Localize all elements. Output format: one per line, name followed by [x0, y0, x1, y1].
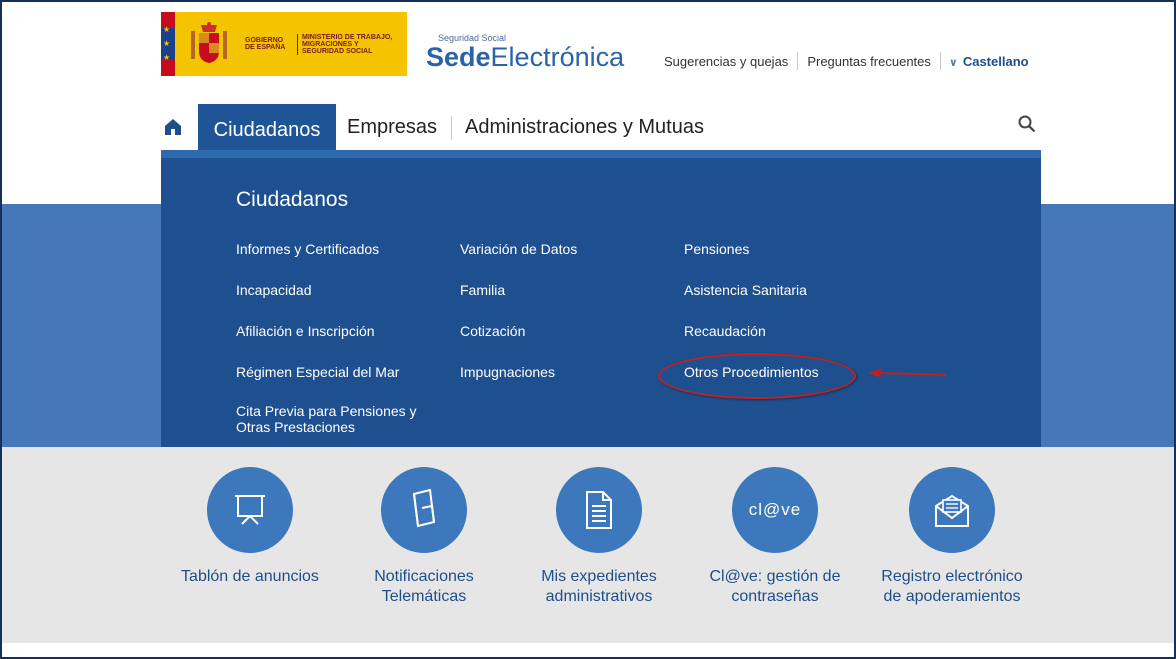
annotation-arrow-icon [868, 368, 947, 378]
clave-icon: cl@ve [732, 467, 818, 553]
service-label: Registro electrónico de apoderamientos [872, 567, 1032, 607]
menu-asistencia-sanitaria[interactable]: Asistencia Sanitaria [684, 282, 807, 298]
menu-informes-certificados[interactable]: Informes y Certificados [236, 241, 379, 257]
service-label: Notificaciones Telemáticas [344, 567, 504, 607]
language-selector[interactable]: ∨ Castellano [941, 54, 1029, 69]
mega-menu-title: Ciudadanos [236, 188, 349, 211]
service-expedientes[interactable]: Mis expedientes administrativos [519, 467, 679, 607]
site-logo-bold: Sede [426, 42, 491, 72]
search-icon[interactable] [1018, 115, 1036, 133]
faq-link[interactable]: Preguntas frecuentes [798, 54, 940, 69]
suggestions-link[interactable]: Sugerencias y quejas [664, 54, 797, 69]
language-label: Castellano [962, 53, 1029, 69]
eu-flag-icon: ★ ★ ★ [161, 12, 175, 76]
service-label-line2: de apoderamientos [883, 588, 1021, 605]
menu-cita-previa-line2[interactable]: Otras Prestaciones [236, 419, 355, 435]
clave-icon-text: cl@ve [748, 500, 802, 519]
tab-divider [451, 116, 452, 140]
notification-icon [381, 467, 467, 553]
service-label-line2: contraseñas [731, 588, 819, 605]
menu-recaudacion[interactable]: Recaudación [684, 323, 766, 339]
government-logo[interactable]: ★ ★ ★ GOBIERNO DE ESPAÑA MINISTERIO DE T… [161, 12, 407, 76]
menu-impugnaciones[interactable]: Impugnaciones [460, 364, 555, 380]
service-label-line1: Notificaciones [374, 568, 474, 585]
chevron-down-icon: ∨ [948, 56, 958, 69]
service-label-line2: administrativos [545, 588, 653, 605]
menu-afiliacion[interactable]: Afiliación e Inscripción [236, 323, 375, 339]
menu-incapacidad[interactable]: Incapacidad [236, 282, 312, 298]
envelope-icon [909, 467, 995, 553]
menu-pensiones[interactable]: Pensiones [684, 241, 749, 257]
site-logo-light: Electrónica [490, 42, 625, 72]
tab-administraciones[interactable]: Administraciones y Mutuas [465, 116, 704, 139]
service-label-line2: Telemáticas [381, 588, 467, 605]
service-label: Tablón de anuncios [181, 568, 319, 585]
service-registro[interactable]: Registro electrónico de apoderamientos [872, 467, 1032, 607]
service-tablon[interactable]: Tablón de anuncios [170, 467, 330, 587]
menu-cita-previa[interactable]: Cita Previa para Pensiones y [236, 403, 417, 419]
top-links: Sugerencias y quejas Preguntas frecuente… [664, 52, 1029, 70]
service-clave[interactable]: cl@ve Cl@ve: gestión de contraseñas [695, 467, 855, 607]
gov-label: GOBIERNO DE ESPAÑA [245, 37, 286, 51]
menu-regimen-mar[interactable]: Régimen Especial del Mar [236, 364, 399, 380]
tab-ciudadanos[interactable]: Ciudadanos [198, 104, 336, 156]
service-label: Cl@ve: gestión de contraseñas [695, 567, 855, 607]
service-label-line1: Registro electrónico [881, 568, 1023, 585]
document-icon [556, 467, 642, 553]
ministry-label: MINISTERIO DE TRABAJO, MIGRACIONES Y SEG… [297, 33, 397, 55]
service-label-line1: Cl@ve: gestión de [709, 568, 841, 585]
site-logo[interactable]: SedeElectrónica [426, 42, 624, 72]
home-icon[interactable] [164, 118, 182, 136]
tab-empresas[interactable]: Empresas [347, 116, 437, 139]
menu-cotizacion[interactable]: Cotización [460, 323, 525, 339]
coat-of-arms-icon [189, 21, 229, 67]
annotation-ellipse [658, 353, 856, 399]
noticeboard-icon [207, 467, 293, 553]
service-label: Mis expedientes administrativos [519, 567, 679, 607]
service-notificaciones[interactable]: Notificaciones Telemáticas [344, 467, 504, 607]
service-label-line1: Mis expedientes [541, 568, 657, 585]
menu-variacion-datos[interactable]: Variación de Datos [460, 241, 577, 257]
mega-menu: Ciudadanos Informes y Certificados Incap… [161, 158, 1041, 447]
menu-familia[interactable]: Familia [460, 282, 505, 298]
